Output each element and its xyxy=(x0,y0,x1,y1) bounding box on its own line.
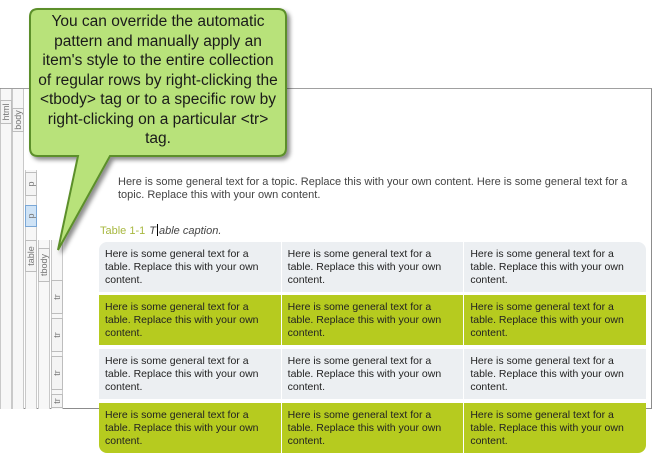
callout-text: You can override the automatic pattern a… xyxy=(38,13,278,147)
